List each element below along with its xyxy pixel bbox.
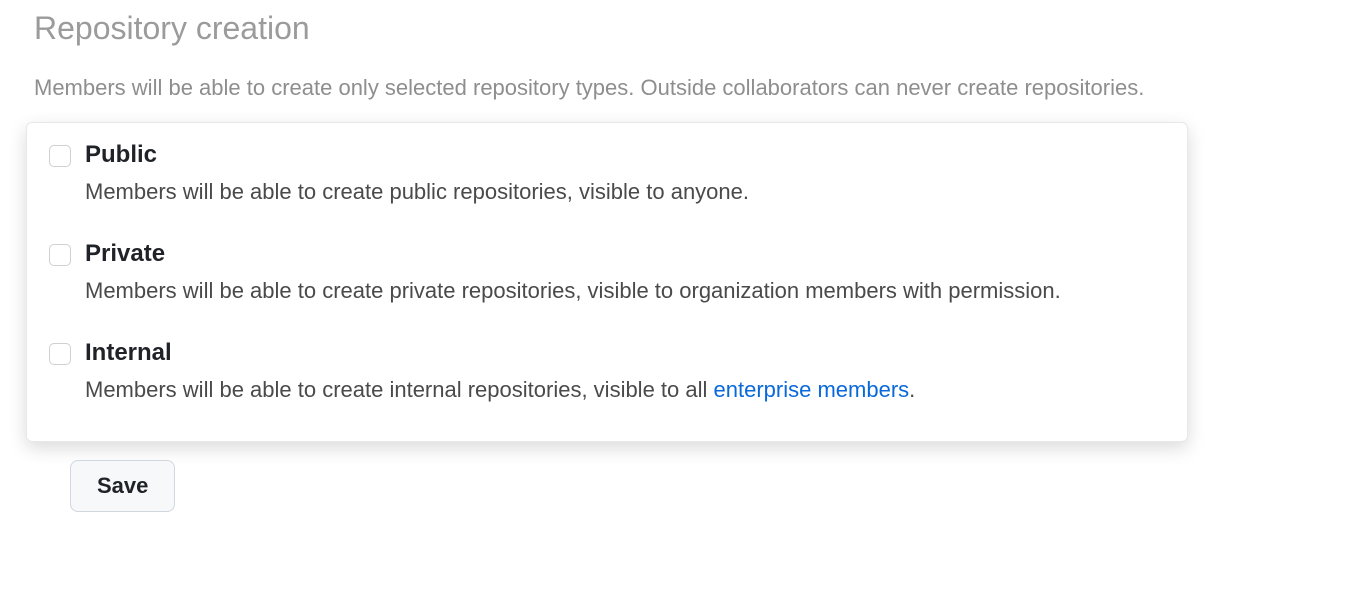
option-internal-desc-suffix: . [909,377,915,402]
internal-checkbox[interactable] [49,343,71,365]
option-private-label: Private [85,240,1165,268]
private-checkbox[interactable] [49,244,71,266]
public-checkbox[interactable] [49,145,71,167]
option-public-content: Public Members will be able to create pu… [85,141,1165,208]
option-public-description: Members will be able to create public re… [85,177,1165,208]
option-internal-description: Members will be able to create internal … [85,375,1165,406]
section-description: Members will be able to create only sele… [34,71,1328,104]
save-button[interactable]: Save [70,460,175,512]
enterprise-members-link[interactable]: enterprise members [714,377,910,402]
save-row: Save [34,460,1328,512]
option-internal-content: Internal Members will be able to create … [85,339,1165,406]
option-internal: Internal Members will be able to create … [49,339,1165,406]
option-public-label: Public [85,141,1165,169]
section-title: Repository creation [34,10,1328,47]
option-private-description: Members will be able to create private r… [85,276,1165,307]
option-private: Private Members will be able to create p… [49,240,1165,307]
repository-creation-options-panel: Public Members will be able to create pu… [26,122,1188,442]
option-public: Public Members will be able to create pu… [49,141,1165,208]
option-internal-label: Internal [85,339,1165,367]
option-private-content: Private Members will be able to create p… [85,240,1165,307]
option-internal-desc-prefix: Members will be able to create internal … [85,377,714,402]
